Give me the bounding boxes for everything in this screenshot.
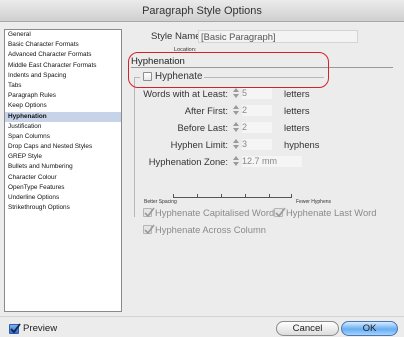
- bottom-divider: [0, 316, 404, 317]
- slider-right-label: Fewer Hyphens: [296, 199, 332, 205]
- slider-tick: [245, 194, 246, 197]
- after-first-unit: letters: [284, 105, 310, 116]
- checkmark-icon: [275, 207, 286, 218]
- sidebar-item-advanced-character-formats[interactable]: Advanced Character Formats: [5, 50, 121, 60]
- sidebar-item-tabs[interactable]: Tabs: [5, 81, 121, 91]
- capitalised-label: Hyphenate Capitalised Words: [155, 207, 279, 218]
- slider-tick: [269, 194, 270, 197]
- checkmark-icon: [144, 224, 155, 235]
- after-first-stepper-icon[interactable]: [233, 105, 239, 115]
- sidebar-item-paragraph-rules[interactable]: Paragraph Rules: [5, 91, 121, 101]
- sidebar-item-indents-and-spacing[interactable]: Indents and Spacing: [5, 71, 121, 81]
- after-first-label: After First:: [184, 105, 228, 116]
- last-word-label: Hyphenate Last Word: [286, 207, 377, 218]
- category-list[interactable]: General Basic Character Formats Advanced C…: [4, 29, 122, 312]
- sidebar-item-character-colour[interactable]: Character Colour: [5, 173, 121, 183]
- sidebar-item-drop-caps-and-nested-styles[interactable]: Drop Caps and Nested Styles: [5, 142, 121, 152]
- cancel-button[interactable]: Cancel: [276, 321, 339, 336]
- sidebar-item-underline-options[interactable]: Underline Options: [5, 193, 121, 203]
- across-column-checkbox[interactable]: [143, 224, 155, 235]
- hyphenation-zone-stepper-icon[interactable]: [233, 156, 239, 166]
- hyphen-limit-label: Hyphen Limit:: [170, 139, 228, 150]
- checkmark-icon: [144, 207, 155, 218]
- checkmark-icon: [10, 323, 21, 334]
- before-last-unit: letters: [284, 122, 310, 133]
- capitalised-checkbox[interactable]: [143, 207, 155, 218]
- sidebar-item-general[interactable]: General: [5, 30, 121, 40]
- before-last-stepper-icon[interactable]: [233, 122, 239, 132]
- hyphenation-zone-field[interactable]: 12.7 mm: [242, 156, 302, 167]
- sidebar-item-keep-options[interactable]: Keep Options: [5, 101, 121, 111]
- sidebar-item-strikethrough-options[interactable]: Strikethrough Options: [5, 203, 121, 213]
- sidebar-item-justification[interactable]: Justification: [5, 122, 121, 132]
- preview-label: Preview: [23, 323, 58, 334]
- hyphen-limit-stepper-icon[interactable]: [233, 139, 239, 149]
- ok-button[interactable]: OK: [341, 321, 398, 336]
- preview-checkbox[interactable]: [9, 323, 21, 334]
- slider-tick: [197, 194, 198, 197]
- slider-tick: [291, 194, 292, 197]
- before-last-label: Before Last:: [177, 122, 228, 133]
- highlight-annotation: [128, 52, 329, 88]
- words-min-field[interactable]: 5: [242, 88, 272, 99]
- spacing-slider-track[interactable]: [173, 197, 292, 198]
- sidebar-item-basic-character-formats[interactable]: Basic Character Formats: [5, 40, 121, 50]
- window-title: Paragraph Style Options: [0, 0, 404, 22]
- sidebar-item-grep-style[interactable]: GREP Style: [5, 152, 121, 162]
- hyphen-limit-field[interactable]: 3: [242, 139, 272, 150]
- sidebar-item-bullets-and-numbering[interactable]: Bullets and Numbering: [5, 162, 121, 172]
- last-word-checkbox[interactable]: [274, 207, 286, 218]
- style-name-label: Style Name:: [151, 31, 204, 42]
- words-min-stepper-icon[interactable]: [233, 88, 239, 98]
- slider-left-label: Better Spacing: [144, 199, 177, 205]
- after-first-field[interactable]: 2: [242, 105, 272, 116]
- words-min-unit: letters: [284, 88, 310, 99]
- across-column-label: Hyphenate Across Column: [155, 224, 266, 235]
- sidebar-item-span-columns[interactable]: Span Columns: [5, 132, 121, 142]
- hyphenation-zone-label: Hyphenation Zone:: [148, 156, 228, 167]
- before-last-field[interactable]: 2: [242, 122, 272, 133]
- slider-tick: [221, 194, 222, 197]
- words-min-label: Words with at Least:: [143, 88, 228, 99]
- slider-tick: [173, 194, 174, 197]
- hyphen-limit-unit: hyphens: [284, 139, 320, 150]
- sidebar-item-opentype-features[interactable]: OpenType Features: [5, 183, 121, 193]
- sidebar-item-middle-east-character-formats[interactable]: Middle East Character Formats: [5, 61, 121, 71]
- sidebar-item-hyphenation[interactable]: Hyphenation: [5, 111, 121, 122]
- style-name-field[interactable]: [Basic Paragraph]: [198, 30, 358, 43]
